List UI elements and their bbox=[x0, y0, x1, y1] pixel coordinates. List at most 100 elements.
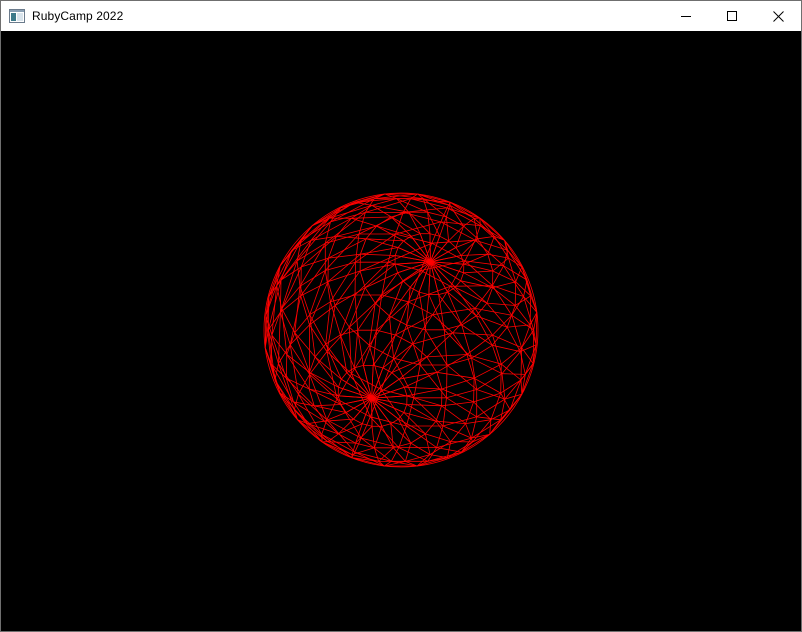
minimize-icon bbox=[681, 11, 691, 21]
mesh-edge bbox=[338, 379, 342, 388]
mesh-edge bbox=[463, 263, 493, 272]
mesh-edge bbox=[338, 433, 356, 444]
mesh-edge bbox=[394, 264, 399, 273]
app-window-icon[interactable] bbox=[9, 8, 25, 24]
mesh-edge bbox=[425, 420, 437, 435]
mesh-edge bbox=[439, 216, 447, 237]
mesh-edge bbox=[280, 279, 282, 313]
mesh-edge bbox=[359, 270, 366, 288]
mesh-edge bbox=[324, 420, 339, 435]
mesh-edge bbox=[285, 354, 288, 379]
mesh-edge bbox=[378, 447, 394, 462]
mesh-edge bbox=[351, 442, 356, 455]
mesh-edge bbox=[321, 419, 328, 435]
wireframe-sphere bbox=[263, 192, 539, 468]
mesh-edge bbox=[428, 261, 431, 295]
mesh-edge bbox=[376, 216, 392, 227]
mesh-edge bbox=[413, 364, 421, 398]
close-button[interactable] bbox=[755, 1, 801, 31]
mesh-edge bbox=[382, 367, 392, 373]
mesh-edge bbox=[408, 301, 433, 316]
mesh-edge bbox=[465, 419, 491, 424]
window-title: RubyCamp 2022 bbox=[32, 9, 124, 23]
mesh-edge bbox=[473, 392, 501, 403]
mesh-edge bbox=[351, 205, 373, 219]
mesh-edge bbox=[354, 201, 373, 206]
mesh-edge bbox=[389, 315, 394, 359]
mesh-edge bbox=[507, 324, 531, 328]
sphere-mesh bbox=[263, 192, 539, 468]
mesh-edge bbox=[371, 426, 375, 448]
mesh-edge bbox=[461, 441, 473, 453]
maximize-button[interactable] bbox=[709, 1, 755, 31]
mesh-edge bbox=[299, 270, 326, 287]
mesh-edge bbox=[464, 260, 493, 286]
mesh-edge bbox=[461, 253, 488, 256]
mesh-edge bbox=[403, 207, 448, 213]
mesh-edge bbox=[486, 302, 516, 306]
mesh-edge bbox=[374, 426, 383, 448]
mesh-edge bbox=[360, 263, 396, 272]
mesh-edge bbox=[351, 216, 392, 219]
mesh-edge bbox=[391, 211, 409, 218]
mesh-edge bbox=[403, 404, 408, 413]
mesh-edge bbox=[402, 261, 431, 282]
mesh-edge bbox=[268, 250, 293, 297]
mesh-edge bbox=[327, 258, 329, 282]
mesh-edge bbox=[326, 419, 362, 439]
mesh-edge bbox=[486, 287, 493, 304]
maximize-icon bbox=[727, 11, 737, 21]
mesh-edge bbox=[506, 327, 521, 352]
app-window: RubyCamp 2022 bbox=[0, 0, 802, 632]
mesh-edge bbox=[520, 379, 523, 395]
mesh-edge bbox=[514, 281, 517, 306]
mesh-edge bbox=[364, 287, 376, 304]
minimize-button[interactable] bbox=[663, 1, 709, 31]
mesh-edge bbox=[309, 301, 331, 316]
mesh-edge bbox=[395, 255, 431, 263]
close-icon bbox=[772, 10, 784, 22]
mesh-edge bbox=[300, 281, 329, 297]
mesh-edge bbox=[309, 374, 328, 420]
mesh-edge bbox=[514, 305, 531, 326]
mesh-edge bbox=[410, 442, 431, 455]
mesh-edge bbox=[501, 363, 522, 381]
mesh-edge bbox=[447, 291, 463, 326]
mesh-edge bbox=[307, 423, 339, 435]
mesh-edge bbox=[381, 270, 422, 296]
mesh-edge bbox=[487, 236, 495, 255]
mesh-edge bbox=[455, 247, 462, 256]
title-bar[interactable]: RubyCamp 2022 bbox=[1, 1, 801, 31]
mesh-edge bbox=[321, 434, 356, 453]
mesh-edge bbox=[501, 347, 522, 365]
mesh-edge bbox=[381, 423, 391, 427]
mesh-edge bbox=[309, 324, 328, 352]
mesh-edge bbox=[391, 372, 400, 380]
mesh-edge bbox=[389, 315, 407, 326]
mesh-edge bbox=[397, 272, 404, 282]
mesh-edge bbox=[511, 315, 522, 348]
mesh-edge bbox=[328, 253, 361, 259]
mesh-edge bbox=[403, 387, 408, 396]
mesh-edge bbox=[408, 211, 431, 234]
mesh-edge bbox=[515, 266, 523, 282]
mesh-edge bbox=[455, 225, 464, 248]
mesh-edge bbox=[267, 329, 279, 364]
mesh-edge bbox=[501, 373, 526, 375]
mesh-edge bbox=[435, 405, 442, 422]
mesh-edge bbox=[380, 358, 394, 390]
mesh-edge bbox=[398, 378, 405, 388]
render-canvas[interactable] bbox=[1, 31, 801, 631]
mesh-edge bbox=[446, 364, 448, 398]
mesh-edge bbox=[501, 351, 521, 374]
mesh-edge bbox=[511, 296, 524, 316]
mesh-edge bbox=[410, 287, 420, 293]
mesh-edge bbox=[410, 433, 426, 444]
mesh-edge bbox=[309, 356, 316, 373]
mesh-edge bbox=[300, 266, 302, 296]
mesh-edge bbox=[425, 433, 451, 443]
mesh-edge bbox=[334, 287, 366, 306]
mesh-edge bbox=[371, 372, 393, 399]
mesh-edge bbox=[446, 205, 451, 218]
mesh-edge bbox=[500, 392, 511, 410]
